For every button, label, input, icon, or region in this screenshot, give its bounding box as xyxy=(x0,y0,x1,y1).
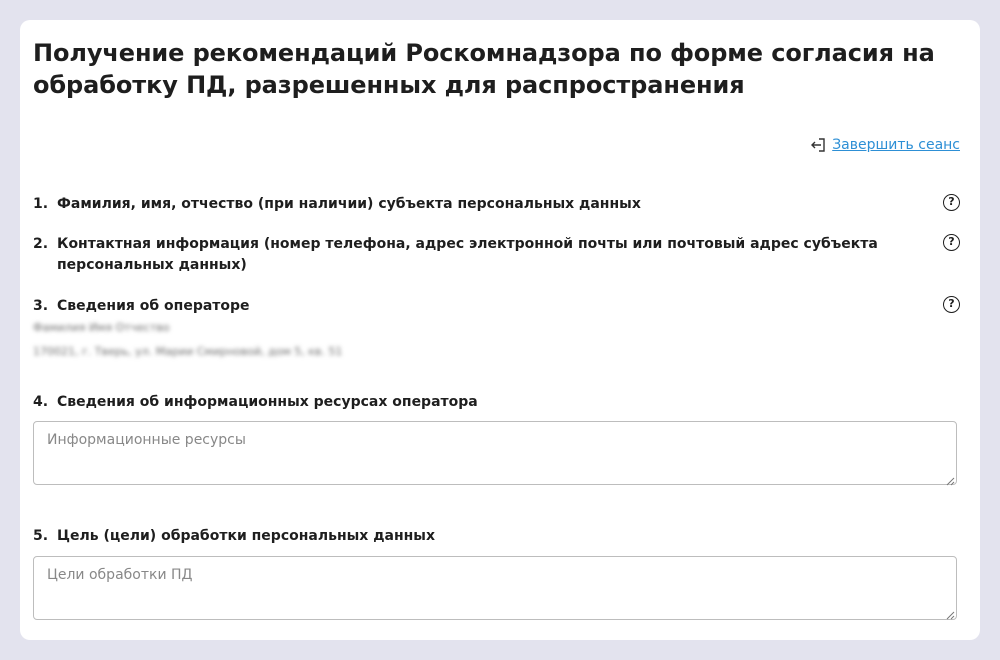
item-number: 2. xyxy=(33,236,49,252)
item-label: Цель (цели) обработки персональных данны… xyxy=(57,528,435,544)
logout-control[interactable]: Завершить сеанс xyxy=(810,135,960,155)
form-item-contact-info: 2. Контактная информация (номер телефона… xyxy=(33,234,960,276)
form-item-operator: 3. Сведения об операторе ? xyxy=(33,296,960,317)
info-resources-input[interactable] xyxy=(33,421,957,485)
form-item-info-resources: 4. Сведения об информационных ресурсах о… xyxy=(33,392,958,413)
logout-icon[interactable] xyxy=(810,138,826,152)
item-label: Контактная информация (номер телефона, а… xyxy=(57,236,878,273)
item-number: 3. xyxy=(33,298,49,314)
item-label: Фамилия, имя, отчество (при наличии) суб… xyxy=(57,196,641,212)
page-title: Получение рекомендаций Роскомнадзора по … xyxy=(33,39,935,99)
operator-name: Фамилия Имя Отчество xyxy=(33,321,170,334)
item-label: Сведения об операторе xyxy=(57,298,250,314)
item-number: 1. xyxy=(33,196,49,212)
item-label: Сведения об информационных ресурсах опер… xyxy=(57,394,478,410)
item-number: 4. xyxy=(33,394,49,410)
question-circle-icon[interactable]: ? xyxy=(943,296,960,313)
resize-grip-icon[interactable] xyxy=(945,610,955,620)
operator-address: 170021, г. Тверь, ул. Марии Смирновой, д… xyxy=(33,345,343,358)
item-number: 5. xyxy=(33,528,49,544)
form-card: Получение рекомендаций Роскомнадзора по … xyxy=(20,20,980,640)
question-circle-icon[interactable]: ? xyxy=(943,194,960,211)
resize-grip-icon[interactable] xyxy=(945,476,955,486)
form-item-processing-purpose: 5. Цель (цели) обработки персональных да… xyxy=(33,526,958,547)
form-item-full-name: 1. Фамилия, имя, отчество (при наличии) … xyxy=(33,194,960,215)
logout-link[interactable]: Завершить сеанс xyxy=(832,135,960,155)
processing-purpose-input[interactable] xyxy=(33,556,957,620)
question-circle-icon[interactable]: ? xyxy=(943,234,960,251)
